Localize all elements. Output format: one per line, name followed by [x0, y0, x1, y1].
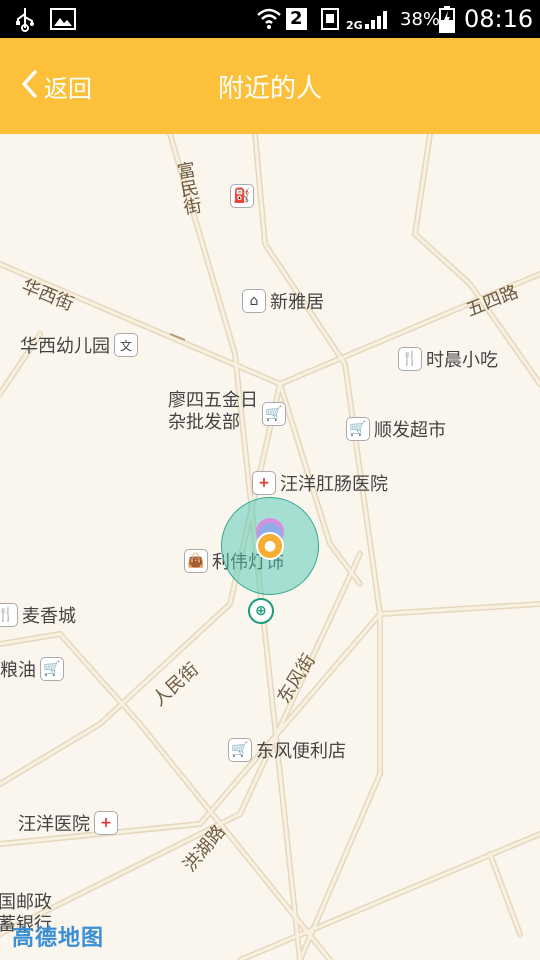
poi-label: 杂批发部 — [168, 412, 240, 433]
poi-label: 华西幼儿园 — [20, 336, 110, 357]
poi-label: 麦香城 — [22, 606, 76, 627]
poi-hospital[interactable]: + 汪洋肛肠医院 — [252, 470, 388, 496]
restaurant-icon: 🍴 — [0, 603, 18, 627]
app-bar: 返回 附近的人 — [0, 38, 540, 134]
poi-hardware[interactable]: 廖四五金日 杂批发部 🛒 — [168, 390, 286, 434]
hospital-cross-icon: + — [94, 811, 118, 835]
status-bar: 2 2G 38% 08:16 — [0, 0, 540, 38]
signal-icon: 2G — [346, 0, 393, 38]
poi-label: 汪洋医院 — [18, 814, 90, 835]
transit-stop-icon[interactable]: ⊕ — [248, 598, 274, 624]
poi-label: 新雅居 — [270, 292, 324, 313]
map-logo: 高德地图 — [12, 926, 105, 951]
gas-station-poi[interactable]: ⛽ — [230, 184, 254, 208]
clock: 08:16 — [464, 5, 534, 33]
poi-label: 时晨小吃 — [426, 350, 498, 371]
user-avatar-marker[interactable]: ● — [256, 532, 284, 560]
image-icon — [50, 0, 76, 38]
poi-convenience[interactable]: 🛒 东风便利店 — [228, 737, 346, 763]
battery-icon — [438, 0, 456, 38]
shopping-cart-icon: 🛒 — [262, 402, 286, 426]
poi-label: 东风便利店 — [256, 741, 346, 762]
poi-kindergarten[interactable]: 华西幼儿园 文 — [20, 332, 138, 358]
vibrate-icon — [318, 0, 342, 38]
battery-percent: 38% — [400, 8, 441, 30]
shopping-cart-icon: 🛒 — [40, 657, 64, 681]
poi-grain-oil[interactable]: 粮油 🛒 — [0, 656, 64, 682]
sim-badge: 2 — [286, 0, 307, 38]
gas-station-icon: ⛽ — [230, 184, 254, 208]
poi-label: 顺发超市 — [374, 420, 446, 441]
network-type: 2G — [346, 19, 363, 32]
shopping-bag-icon: 👜 — [184, 549, 208, 573]
poi-wangyang-hospital[interactable]: 汪洋医院 + — [18, 810, 118, 836]
poi-snack[interactable]: 🍴 时晨小吃 — [398, 346, 498, 372]
back-button[interactable]: 返回 — [20, 38, 92, 134]
restaurant-icon: 🍴 — [398, 347, 422, 371]
map-view[interactable]: 富民街 华西街 五四路 人民街 东风街 洪湖路 ⛽ ⌂ 新雅居 华西幼儿园 文 … — [0, 134, 540, 960]
wifi-icon — [256, 0, 282, 38]
back-label: 返回 — [44, 74, 92, 103]
poi-xinyaju[interactable]: ⌂ 新雅居 — [242, 288, 324, 314]
chevron-left-icon — [20, 69, 38, 104]
poi-label: 粮油 — [0, 660, 36, 681]
culture-icon: 文 — [114, 333, 138, 357]
person-icon: ● — [263, 538, 277, 554]
poi-label-group: 廖四五金日 杂批发部 — [168, 390, 258, 434]
usb-icon — [14, 0, 36, 38]
shopping-cart-icon: 🛒 — [346, 417, 370, 441]
home-icon: ⌂ — [242, 289, 266, 313]
hospital-cross-icon: + — [252, 471, 276, 495]
poi-label: 廖四五金日 — [168, 390, 258, 411]
sim-number: 2 — [286, 8, 307, 30]
poi-supermarket[interactable]: 🛒 顺发超市 — [346, 416, 446, 442]
shopping-cart-icon: 🛒 — [228, 738, 252, 762]
poi-maixiang[interactable]: 🍴 麦香城 — [0, 602, 76, 628]
poi-label: 汪洋肛肠医院 — [280, 474, 388, 495]
